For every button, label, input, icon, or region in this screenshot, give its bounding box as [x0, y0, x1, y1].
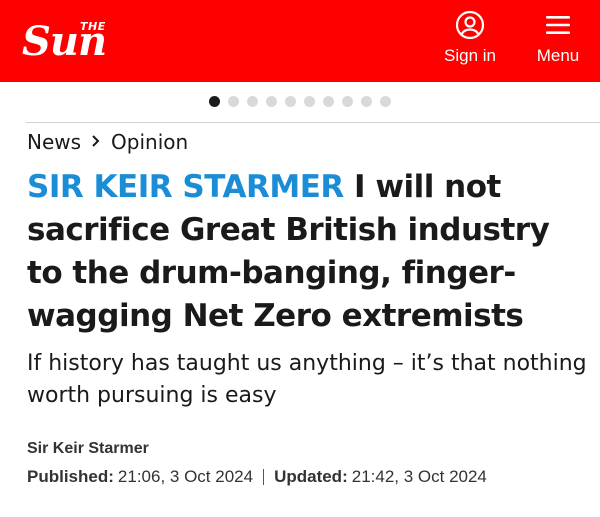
carousel-dot[interactable]	[209, 96, 220, 107]
sign-in-label: Sign in	[444, 46, 496, 65]
updated-label: Updated:	[274, 467, 348, 486]
menu-label: Menu	[536, 46, 580, 65]
carousel-dot[interactable]	[304, 96, 315, 107]
carousel-dot[interactable]	[361, 96, 372, 107]
headline-kicker: SIR KEIR STARMER	[27, 169, 344, 205]
breadcrumb: News Opinion	[27, 128, 188, 156]
breadcrumb-opinion[interactable]: Opinion	[111, 130, 188, 154]
date-separator	[263, 469, 265, 485]
carousel-dot[interactable]	[380, 96, 391, 107]
updated-value: 21:42, 3 Oct 2024	[351, 467, 487, 486]
carousel-dot[interactable]	[285, 96, 296, 107]
carousel-dot[interactable]	[247, 96, 258, 107]
breadcrumb-news[interactable]: News	[27, 130, 81, 154]
author-name[interactable]: Sir Keir Starmer	[27, 440, 149, 458]
published-value: 21:06, 3 Oct 2024	[117, 467, 254, 486]
chevron-right-icon	[91, 133, 101, 152]
article-dates: Published: 21:06, 3 Oct 2024 Updated: 21…	[27, 467, 487, 487]
user-icon	[453, 8, 487, 42]
site-header: Sun THE Sign in Menu	[0, 0, 600, 82]
carousel-dots	[0, 96, 600, 108]
sign-in-button[interactable]: Sign in	[440, 8, 500, 72]
carousel-dot[interactable]	[228, 96, 239, 107]
article-headline: SIR KEIR STARMER I will not sacrifice Gr…	[27, 166, 587, 338]
logo-the: THE	[80, 20, 106, 33]
carousel-dot[interactable]	[323, 96, 334, 107]
hamburger-icon	[541, 8, 575, 42]
divider	[26, 122, 600, 123]
carousel-dot[interactable]	[266, 96, 277, 107]
carousel-dot[interactable]	[342, 96, 353, 107]
sun-logo[interactable]: Sun THE	[22, 16, 144, 66]
menu-button[interactable]: Menu	[528, 8, 588, 72]
published-label: Published:	[27, 467, 114, 486]
article-standfirst: If history has taught us anything – it’s…	[27, 351, 587, 408]
